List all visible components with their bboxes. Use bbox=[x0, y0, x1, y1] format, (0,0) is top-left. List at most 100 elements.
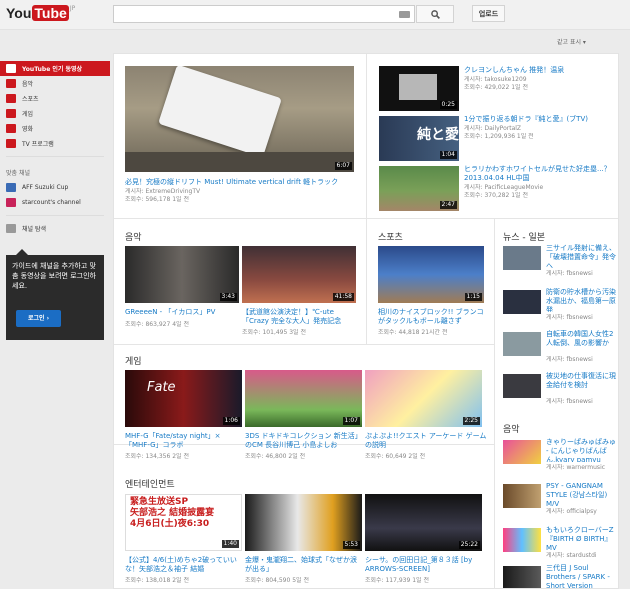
music-icon bbox=[6, 79, 16, 88]
video-title[interactable]: 【武道館公演決定！】℃-ute「Crazy 完全な大人」発売記念 bbox=[242, 308, 360, 326]
guide-item-sports[interactable]: 스포츠 bbox=[0, 91, 110, 106]
shelf-heading-music[interactable]: 음악 bbox=[125, 230, 142, 243]
video-title[interactable]: MHF-G「Fate/stay night」×「MHF-G」コラボ bbox=[125, 432, 242, 450]
search-input[interactable] bbox=[113, 5, 415, 23]
video-thumbnail[interactable]: 1:07 bbox=[245, 370, 362, 427]
guide-channel-starcount[interactable]: starcount's channel bbox=[0, 195, 110, 210]
video-duration: 5:53 bbox=[342, 541, 360, 549]
video-thumbnail[interactable] bbox=[503, 528, 541, 552]
video-channel[interactable]: 게시자: ExtremeDrivingTV bbox=[125, 188, 200, 196]
video-thumbnail[interactable]: 1:15 bbox=[378, 246, 484, 303]
guide-channel-aff[interactable]: AFF Suzuki Cup bbox=[0, 180, 110, 195]
video-title[interactable]: 三代目 J Soul Brothers / SPARK - Short Vers… bbox=[546, 564, 616, 588]
guide-item-music[interactable]: 음악 bbox=[0, 76, 110, 91]
video-thumbnail[interactable] bbox=[503, 484, 541, 508]
guide-item-label: 음악 bbox=[22, 81, 34, 88]
video-channel[interactable]: 게시자: fbsnewsi bbox=[546, 398, 593, 406]
thumbnail-text: 緊急生放送SP 矢部浩之 結婚披露宴 4月6日(土)夜6:30 bbox=[130, 497, 215, 529]
video-title[interactable]: シーサ。の回田日記_第８３話 [by ARROWS-SCREEN] bbox=[365, 556, 487, 574]
channel-avatar-icon bbox=[6, 183, 16, 192]
video-thumbnail[interactable]: 3:43 bbox=[125, 246, 239, 303]
video-thumbnail[interactable] bbox=[503, 290, 541, 314]
video-title[interactable]: 1分で振り返る朝ドラ『純と愛』(ブTV) bbox=[464, 115, 614, 124]
video-thumbnail[interactable]: 2:47 bbox=[379, 166, 459, 211]
video-title[interactable]: ヒラリかわすホワイトセルが見せた好走塁...？ 2013.04.04 HL中国 bbox=[464, 165, 614, 183]
video-channel[interactable]: 게시자: fbsnewsi bbox=[546, 314, 593, 322]
shelf-heading-news[interactable]: 뉴스 - 일본 bbox=[503, 230, 545, 243]
guide-item-popular[interactable]: YouTube 인기 동영상 bbox=[0, 61, 110, 76]
video-duration: 25:22 bbox=[458, 541, 480, 549]
guide-item-gaming[interactable]: 게임 bbox=[0, 106, 110, 121]
signin-promo: 가이드에 채널을 추가하고 맞춤 동영상을 보려면 로그인하세요. 로그인 › bbox=[6, 249, 104, 340]
video-title[interactable]: きゃりーぱみゅぱみゅ - にんじゃりばんばん,kyary pamyu bbox=[546, 438, 616, 462]
video-title[interactable]: クレヨンしんちゃん 推発！温泉 bbox=[464, 66, 614, 75]
video-stats: 조회수: 44,818 21시간 전 bbox=[378, 329, 448, 336]
video-channel[interactable]: 게시자: fbsnewsi bbox=[546, 270, 593, 278]
video-channel[interactable]: 게시자: officialpsy bbox=[546, 508, 597, 516]
tv-screen-graphic bbox=[399, 74, 437, 100]
video-thumbnail[interactable] bbox=[503, 246, 541, 270]
video-duration: 0:25 bbox=[439, 101, 457, 109]
video-thumbnail[interactable] bbox=[503, 566, 541, 588]
video-title[interactable]: PSY - GANGNAM STYLE (강남스타일) M/V bbox=[546, 482, 616, 506]
youtube-icon bbox=[6, 64, 16, 73]
logo-region: JP bbox=[69, 5, 76, 12]
video-duration: 2:25 bbox=[462, 417, 480, 425]
upload-button[interactable]: 업로드 bbox=[472, 5, 505, 22]
video-thumbnail[interactable]: 緊急生放送SP 矢部浩之 結婚披露宴 4月6日(土)夜6:30 1:40 bbox=[125, 494, 242, 551]
video-title[interactable]: 被災地の仕事復活に現金給付を検討 bbox=[546, 372, 616, 396]
shelf-heading-entertainment[interactable]: 엔터테인먼트 bbox=[125, 477, 175, 490]
video-title[interactable]: 相川のナイスブロック!! ブランコがタックルもボール離さず bbox=[378, 308, 490, 326]
video-thumbnail[interactable]: 5:53 bbox=[245, 494, 362, 551]
show-hide-guide-link[interactable]: 같고 표시 ▾ bbox=[557, 37, 586, 46]
video-title[interactable]: 金爆・鬼瀧翔二、始球式「なぜか涙が出る」 bbox=[245, 556, 362, 574]
search-button[interactable] bbox=[416, 5, 454, 23]
guide-item-tv[interactable]: TV 프로그램 bbox=[0, 136, 110, 151]
guide-item-label: starcount's channel bbox=[22, 199, 81, 206]
video-title[interactable]: 3DS ドキドキコレクション 新生活」のCM 長谷川博己 小島よしお bbox=[245, 432, 365, 450]
video-thumbnail[interactable] bbox=[503, 332, 541, 356]
masthead: You Tube JP 업로드 bbox=[0, 0, 630, 30]
guide-sidebar: YouTube 인기 동영상 음악 스포츠 게임 영화 TV 프로그램 맞춤 채… bbox=[0, 61, 110, 236]
guide-item-label: 채널 탐색 bbox=[22, 226, 46, 233]
search-icon bbox=[430, 9, 440, 19]
plus-icon bbox=[6, 224, 16, 233]
youtube-logo[interactable]: You Tube JP bbox=[6, 5, 75, 21]
video-duration: 3:43 bbox=[219, 293, 237, 301]
shelf-heading-music-side[interactable]: 음악 bbox=[503, 422, 520, 435]
shelf-heading-sports[interactable]: 스포츠 bbox=[378, 230, 403, 243]
logo-tube: Tube bbox=[32, 5, 69, 21]
signin-button[interactable]: 로그인 › bbox=[16, 310, 61, 327]
video-title[interactable]: 【公式】4/6(土)めちゃ2破っていいな！矢部浩之＆袖子 結婚 bbox=[125, 556, 242, 574]
video-channel[interactable]: 게시자: fbsnewsi bbox=[546, 356, 593, 364]
guide-item-label: 스포츠 bbox=[22, 96, 39, 103]
video-thumbnail[interactable] bbox=[503, 440, 541, 464]
video-thumbnail[interactable]: 2:25 bbox=[365, 370, 482, 427]
video-title[interactable]: ぷよぷよ!!クエスト アーケード ゲームの説明 bbox=[365, 432, 487, 450]
video-channel[interactable]: 게시자: PacificLeagueMovie bbox=[464, 184, 543, 192]
video-thumbnail[interactable]: 純と愛 1:04 bbox=[379, 116, 459, 161]
video-thumbnail[interactable]: 6:07 bbox=[125, 66, 354, 172]
video-title[interactable]: ももいろクローバーZ『BIRTH Ø BIRTH』MV bbox=[546, 526, 616, 550]
guide-item-movies[interactable]: 영화 bbox=[0, 121, 110, 136]
video-title[interactable]: 防衛の貯水槽から汚染水漏出か、福島第一原発 bbox=[546, 288, 616, 312]
video-channel[interactable]: 게시자: takosuke1209 bbox=[464, 76, 527, 84]
thumbnail-text: 純と愛 bbox=[417, 127, 459, 143]
video-thumbnail[interactable]: Fate 1:06 bbox=[125, 370, 242, 427]
video-channel[interactable]: 게시자: warnermusic bbox=[546, 464, 605, 472]
video-title[interactable]: 自転車の韓国人女性2人転倒、風の影響か bbox=[546, 330, 616, 354]
video-thumbnail[interactable]: 0:25 bbox=[379, 66, 459, 111]
video-channel[interactable]: 게시자: DailyPortalZ bbox=[464, 125, 521, 133]
shelf-heading-gaming[interactable]: 게임 bbox=[125, 354, 142, 367]
sports-icon bbox=[6, 94, 16, 103]
video-title[interactable]: GReeeeN - 「イカロス」PV bbox=[125, 308, 239, 317]
video-title[interactable]: 三サイル発射に備え、「破壊措置命令」発令へ bbox=[546, 244, 616, 268]
video-thumbnail[interactable]: 25:22 bbox=[365, 494, 482, 551]
video-thumbnail[interactable] bbox=[503, 374, 541, 398]
video-stats: 조회수: 117,939 1일 전 bbox=[365, 577, 429, 584]
video-stats: 조회수: 101,495 3일 전 bbox=[242, 329, 306, 336]
guide-browse-channels[interactable]: 채널 탐색 bbox=[0, 221, 110, 236]
video-thumbnail[interactable]: 41:58 bbox=[242, 246, 356, 303]
video-channel[interactable]: 게시자: stardustdi bbox=[546, 552, 597, 560]
keyboard-icon[interactable] bbox=[399, 11, 410, 18]
